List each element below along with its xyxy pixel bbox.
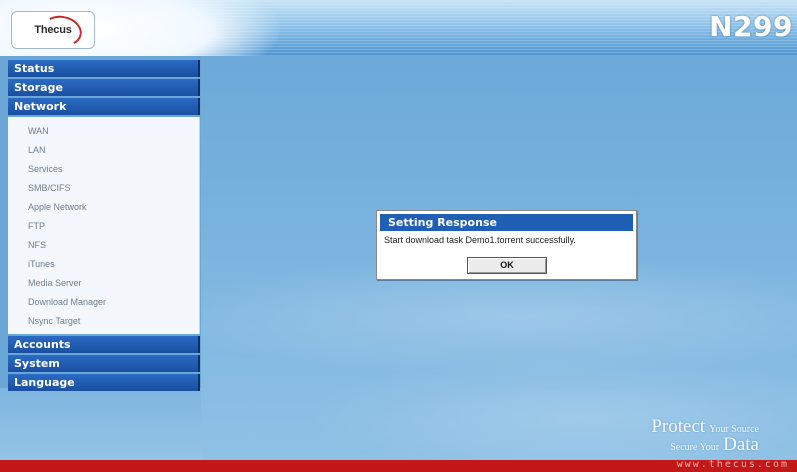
sidebar-item-download-manager[interactable]: Download Manager (8, 293, 199, 312)
network-submenu: WAN LAN Services SMB/CIFS Apple Network … (8, 117, 200, 334)
sidebar-category-accounts[interactable]: Accounts (8, 336, 200, 353)
sidebar-menu: Status Storage Network WAN LAN Services … (8, 60, 200, 393)
sidebar-item-services[interactable]: Services (8, 160, 199, 179)
sidebar-item-wan[interactable]: WAN (8, 122, 199, 141)
tagline-secure-your: Secure Your (670, 442, 720, 453)
sidebar-item-media-server[interactable]: Media Server (8, 274, 199, 293)
model-name: N299 (709, 10, 793, 43)
footer-bar: www.thecus.com (0, 459, 797, 472)
dialog-message: Start download task Demo1.torrent succes… (384, 235, 576, 245)
sidebar-item-itunes[interactable]: iTunes (8, 255, 199, 274)
sidebar-item-apple-network[interactable]: Apple Network (8, 198, 199, 217)
sidebar-item-smb-cifs[interactable]: SMB/CIFS (8, 179, 199, 198)
sidebar-bottom-fill (0, 388, 201, 460)
tagline: Protect Your Source Secure Your Data (651, 416, 759, 455)
dialog-title: Setting Response (380, 214, 633, 231)
logo-arc-icon (39, 12, 85, 50)
sidebar-item-nsync-target[interactable]: Nsync Target (8, 312, 199, 331)
sidebar-category-network[interactable]: Network (8, 98, 200, 115)
sidebar-category-system[interactable]: System (8, 355, 200, 372)
setting-response-dialog: Setting Response Start download task Dem… (376, 210, 637, 280)
sidebar-item-nfs[interactable]: NFS (8, 236, 199, 255)
sidebar-item-ftp[interactable]: FTP (8, 217, 199, 236)
thecus-logo[interactable]: Thecus (11, 11, 95, 50)
sidebar-category-storage[interactable]: Storage (8, 79, 200, 96)
tagline-line2: Secure Your Data (670, 434, 759, 456)
sidebar-category-status[interactable]: Status (8, 60, 200, 77)
sidebar-item-lan[interactable]: LAN (8, 141, 199, 160)
header-banner: Thecus N299 (0, 0, 797, 56)
sidebar-category-language[interactable]: Language (8, 374, 200, 391)
footer-url[interactable]: www.thecus.com (677, 459, 789, 470)
ok-button[interactable]: OK (467, 257, 547, 274)
tagline-data: Data (723, 434, 759, 455)
